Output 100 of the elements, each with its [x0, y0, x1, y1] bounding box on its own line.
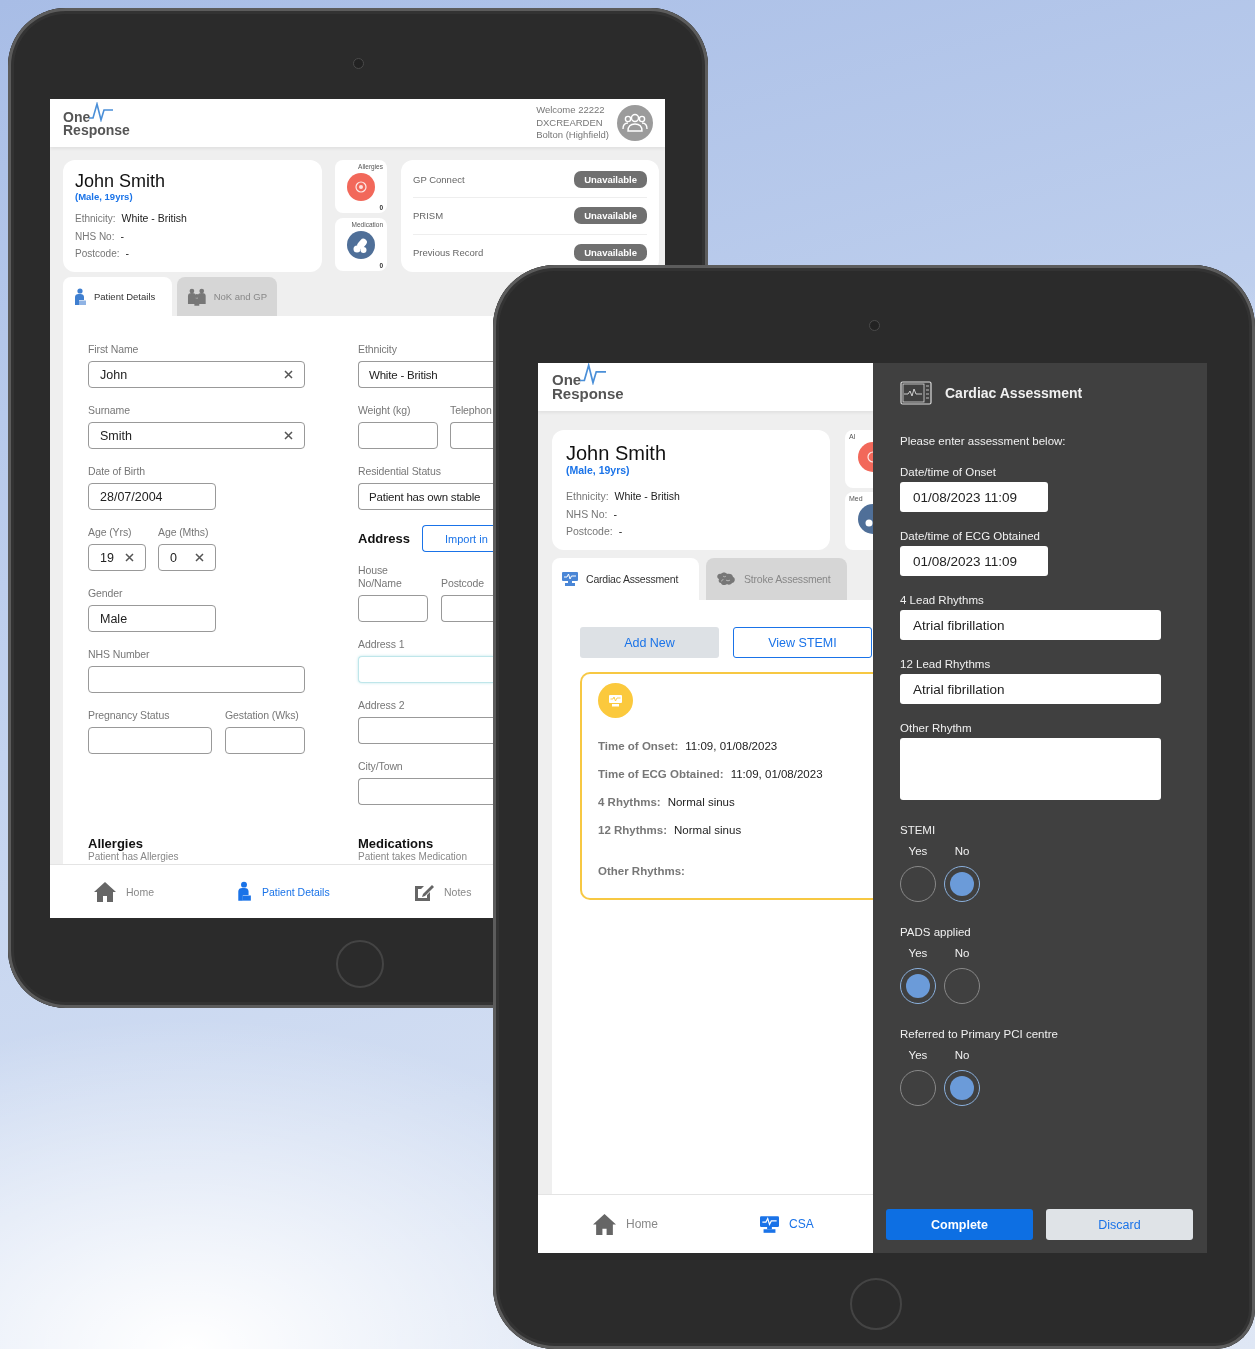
record-name: GP Connect — [413, 174, 465, 186]
complete-button[interactable]: Complete — [886, 1209, 1033, 1240]
option-label: No — [954, 845, 970, 858]
record-label: 4 Rhythms: — [598, 795, 661, 810]
tab[interactable]: Cardiac Assessment — [552, 558, 699, 600]
detail-value: - — [125, 246, 129, 261]
field-label: 4 Lead Rhythms — [900, 593, 985, 608]
record-name: PRISM — [413, 210, 444, 222]
text-field[interactable]: Smith — [88, 422, 305, 449]
section-subtitle: Patient takes Medication — [358, 851, 468, 862]
pills-icon — [347, 231, 375, 259]
detail-value: - — [613, 506, 617, 522]
record-value: Normal sinus — [674, 823, 742, 838]
section-title: Allergies — [88, 836, 144, 851]
record-value: Normal sinus — [667, 795, 735, 810]
text-field[interactable]: 19 — [88, 544, 146, 571]
text-field[interactable] — [450, 422, 493, 449]
logo-text: Response — [63, 123, 130, 137]
field-label: Address 1 — [358, 637, 406, 651]
text-field[interactable] — [358, 422, 438, 449]
text-field[interactable]: Atrial fibrillation — [900, 674, 1161, 704]
clear-icon[interactable] — [125, 553, 134, 562]
text-field[interactable] — [88, 727, 212, 754]
text-field[interactable]: White - British — [358, 361, 493, 388]
question-label: Referred to Primary PCI centre — [900, 1027, 1059, 1042]
home-icon — [94, 881, 116, 902]
clear-icon[interactable] — [195, 553, 204, 562]
date-time-field[interactable]: 01/08/2023 11:09 — [900, 546, 1048, 576]
field-label: House No/Name — [358, 564, 403, 590]
option-label: Yes — [908, 1049, 928, 1062]
detail-label: NHS No: — [75, 229, 115, 244]
logo-text: One — [552, 373, 582, 387]
field-label: Postcode — [441, 577, 485, 590]
allergy-icon — [347, 173, 375, 201]
field-label: Date/time of Onset — [900, 465, 997, 480]
nav-item[interactable]: CSA — [760, 1215, 814, 1233]
status-pill: Unavailable — [574, 243, 647, 261]
section-subtitle: Patient has Allergies — [88, 851, 180, 862]
field-label: Telephon — [450, 403, 493, 417]
option-label: Yes — [908, 845, 928, 858]
field-label: Date/time of ECG Obtained — [900, 529, 1041, 544]
field-label: Gestation (Wks) — [225, 708, 300, 722]
field-label: Gender — [88, 586, 124, 600]
text-field[interactable] — [88, 666, 305, 693]
brain-icon — [716, 572, 736, 586]
pulse-icon — [580, 363, 607, 385]
discard-button[interactable]: Discard — [1046, 1209, 1193, 1240]
avatar-icon[interactable] — [617, 105, 653, 141]
monitor-icon — [598, 683, 633, 718]
text-field[interactable] — [225, 727, 305, 754]
detail-value: White - British — [121, 211, 187, 226]
allergy-icon — [858, 442, 873, 472]
field-label: Ethnicity — [358, 342, 398, 356]
text-field[interactable] — [358, 717, 493, 744]
pulse-icon — [89, 101, 114, 122]
text-field[interactable]: Male — [88, 605, 216, 632]
field-label: Weight (kg) — [358, 403, 412, 417]
question-label: PADS applied — [900, 925, 972, 940]
text-field[interactable] — [358, 595, 428, 622]
import-button[interactable]: Import in — [422, 525, 493, 552]
record-label: Time of ECG Obtained: — [598, 767, 724, 782]
camera-lens — [869, 320, 880, 331]
section-heading: Address — [358, 531, 411, 546]
logo-text: Response — [552, 387, 624, 401]
record-value: 11:09, 01/08/2023 — [685, 739, 778, 754]
clear-icon[interactable] — [284, 370, 293, 379]
detail-label: NHS No: — [566, 506, 608, 522]
tab[interactable]: Patient Details — [63, 277, 172, 316]
text-field[interactable]: Atrial fibrillation — [900, 610, 1161, 640]
nav-item[interactable]: Patient Details — [236, 881, 414, 902]
patient-name: John Smith — [566, 442, 668, 464]
field-label: Age (Yrs) — [88, 525, 133, 539]
nav-item[interactable]: Home — [94, 881, 236, 902]
section-title: Medications — [358, 836, 435, 851]
status-pill: Unavailable — [574, 171, 647, 189]
nav-item[interactable]: Notes — [414, 881, 472, 902]
ecg-monitor-icon — [900, 381, 932, 405]
logo-text: One — [63, 110, 91, 124]
text-field[interactable]: 28/07/2004 — [88, 483, 216, 510]
text-field[interactable] — [358, 778, 493, 805]
text-field[interactable]: 0 — [158, 544, 216, 571]
field-label: Date of Birth — [88, 464, 147, 478]
option-label: No — [954, 947, 970, 960]
person-icon — [73, 287, 87, 306]
text-field[interactable]: John — [88, 361, 305, 388]
detail-value: - — [120, 228, 124, 244]
field-label: Surname — [88, 403, 131, 417]
camera-lens — [353, 58, 364, 69]
date-time-field[interactable]: 01/08/2023 11:09 — [900, 482, 1048, 512]
text-field[interactable] — [441, 595, 493, 622]
view-stemi-button[interactable]: View STEMI — [733, 627, 872, 658]
record-label: Other Rhythms: — [598, 864, 685, 879]
add-new-button[interactable]: Add New — [580, 627, 719, 658]
text-field[interactable]: Patient has own stable — [358, 483, 493, 510]
clear-icon[interactable] — [284, 431, 293, 440]
record-label: 12 Rhythms: — [598, 823, 668, 838]
nav-item[interactable]: Home — [593, 1213, 760, 1235]
record-name: Previous Record — [413, 246, 484, 258]
option-label: No — [954, 1049, 970, 1062]
welcome-text: Welcome 22222 DXCREARDEN Bolton (Highfield) — [536, 104, 609, 142]
